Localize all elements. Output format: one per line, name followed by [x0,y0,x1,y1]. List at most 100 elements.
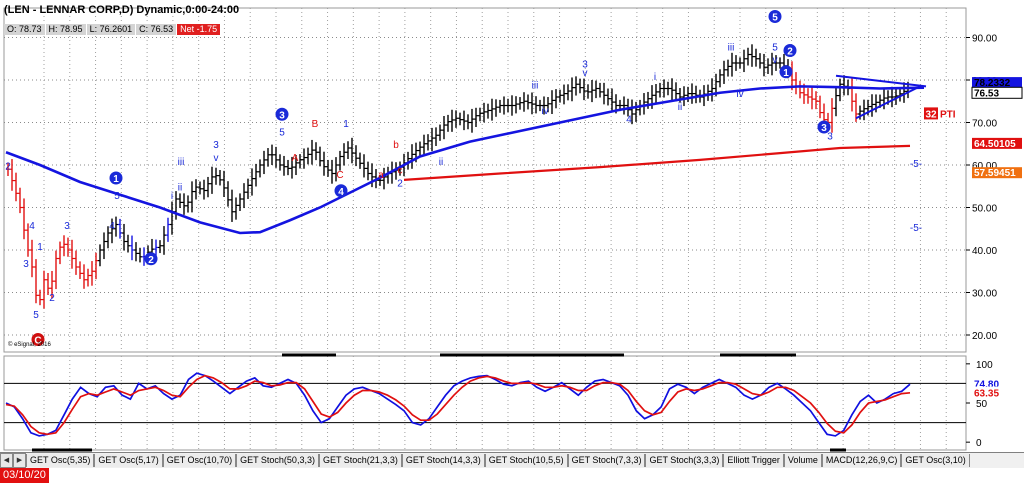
ohlc-bar [246,178,250,199]
ohlc-bar [738,57,742,69]
ohlc-bar [526,94,530,110]
ohlc-bar [734,55,738,71]
ohlc-bar [226,181,230,207]
ohlc-bar [522,92,526,112]
ohlc-bar [606,88,610,106]
ohlc-bar [22,198,26,240]
study-tab[interactable]: GET Stoch(10,5,5) [484,454,568,467]
ohlc-bar [834,87,838,117]
ohlc-bar [286,159,290,176]
stochastic-line-k [5,372,911,437]
ohlc-bar [510,95,514,116]
ohlc-bar [366,161,370,181]
price-value-label: 57.59451 [974,168,1016,179]
wave-label: 4 [338,187,344,198]
ohlc-bar [314,142,318,161]
ohlc-bar [190,181,194,213]
price-chart[interactable]: 90.0080.0070.0060.0050.0040.0030.0020.00… [0,0,1024,500]
ma-long-line [403,144,911,181]
oscillator-value-label: 63.35 [974,389,999,400]
ohlc-bar [502,96,506,115]
price-value-label: 76.53 [974,88,999,99]
wave-label: 1 [343,119,349,130]
ohlc-bar [454,110,458,128]
wave-label: i [171,191,173,202]
ohlc-bar [806,88,810,104]
wave-label: 5 [772,42,778,53]
study-tab[interactable]: GET Osc(3,10) [901,454,970,467]
ohlc-bar [426,134,430,151]
ohlc-bar [350,137,354,164]
ohlc-bar [486,103,490,119]
open-value: O: 78.73 [4,24,46,35]
ohlc-bar [330,159,334,184]
ohlc-bar [186,195,190,213]
ohlc-bar [742,49,746,73]
study-tab[interactable]: GET Stoch(3,3,3) [645,454,724,467]
study-tab[interactable]: GET Osc(10,70) [162,454,237,467]
ohlc-bar [14,172,18,202]
study-tab[interactable]: GET Stoch(21,3,3) [318,454,402,467]
ohlc-bar [74,250,78,275]
wave-label: 2 [148,255,154,266]
pti-value: 32 [925,109,937,120]
study-tab[interactable]: GET Stoch(14,3,3) [401,454,485,467]
ohlc-bar [194,179,198,200]
ohlc-bar [342,143,346,166]
ohlc-bar [230,189,234,222]
scroll-right-button[interactable]: ▶ [13,453,26,468]
ohlc-bar [166,217,170,242]
ohlc-bar [238,193,242,211]
oscillator-tick-label: 100 [976,360,993,371]
ohlc-bar [722,60,726,84]
ohlc-bar [254,163,258,187]
ohlc-bar [174,191,178,220]
oscillator-tick-label: 50 [976,399,988,410]
ohlc-bar [278,154,282,171]
ohlc-bar [894,88,898,105]
wave-label: 4 [109,221,115,232]
ohlc-bar [514,96,518,114]
ohlc-bar [18,187,22,214]
ohlc-bar [570,77,574,102]
ohlc-bar [518,97,522,110]
ohlc-bar [434,127,438,146]
close-value: C: 76.53 [136,24,178,35]
wave-label: 4 [626,115,632,126]
ohlc-bar [270,144,274,165]
ohlc-bar [438,124,442,141]
ohlc-bar [206,176,210,198]
study-tab[interactable]: GET Stoch(50,3,3) [236,454,319,467]
study-tab[interactable]: GET Osc(5,17) [94,454,163,467]
ohlc-bar [422,134,426,157]
ohlc-bar [266,148,270,167]
ohlc-bar [590,80,594,103]
ohlc-bar [470,108,474,133]
ma-short-line [5,85,925,235]
ohlc-bar [318,146,322,167]
ohlc-bar [306,147,310,165]
ohlc-bar [130,235,134,261]
study-tab[interactable]: Elliott Trigger [723,454,784,467]
ohlc-bar [478,107,482,122]
ohlc-bar [658,82,662,98]
wave-label: iii [532,81,539,92]
study-tab[interactable]: MACD(12,26,9,C) [821,454,902,467]
ohlc-bar [750,44,754,67]
ohlc-bar [766,58,770,75]
wave-label: v [583,68,588,79]
ohlc-bar [222,170,226,198]
study-tab[interactable]: GET Stoch(7,3,3) [567,454,646,467]
scroll-left-button[interactable]: ◀ [0,453,13,468]
study-tab[interactable]: GET Osc(5,35) [26,454,95,467]
high-value: H: 78.95 [45,24,87,35]
ohlc-bar [622,96,626,115]
ohlc-bar [162,226,166,255]
low-value: L: 76.2601 [86,24,137,35]
ohlc-bar [530,92,534,115]
price-tick-label: 40.00 [972,246,997,257]
wave-label: 1 [783,68,789,79]
ohlc-bar [830,98,834,133]
ohlc-bar [94,252,98,280]
study-tab[interactable]: Volume [783,454,822,467]
